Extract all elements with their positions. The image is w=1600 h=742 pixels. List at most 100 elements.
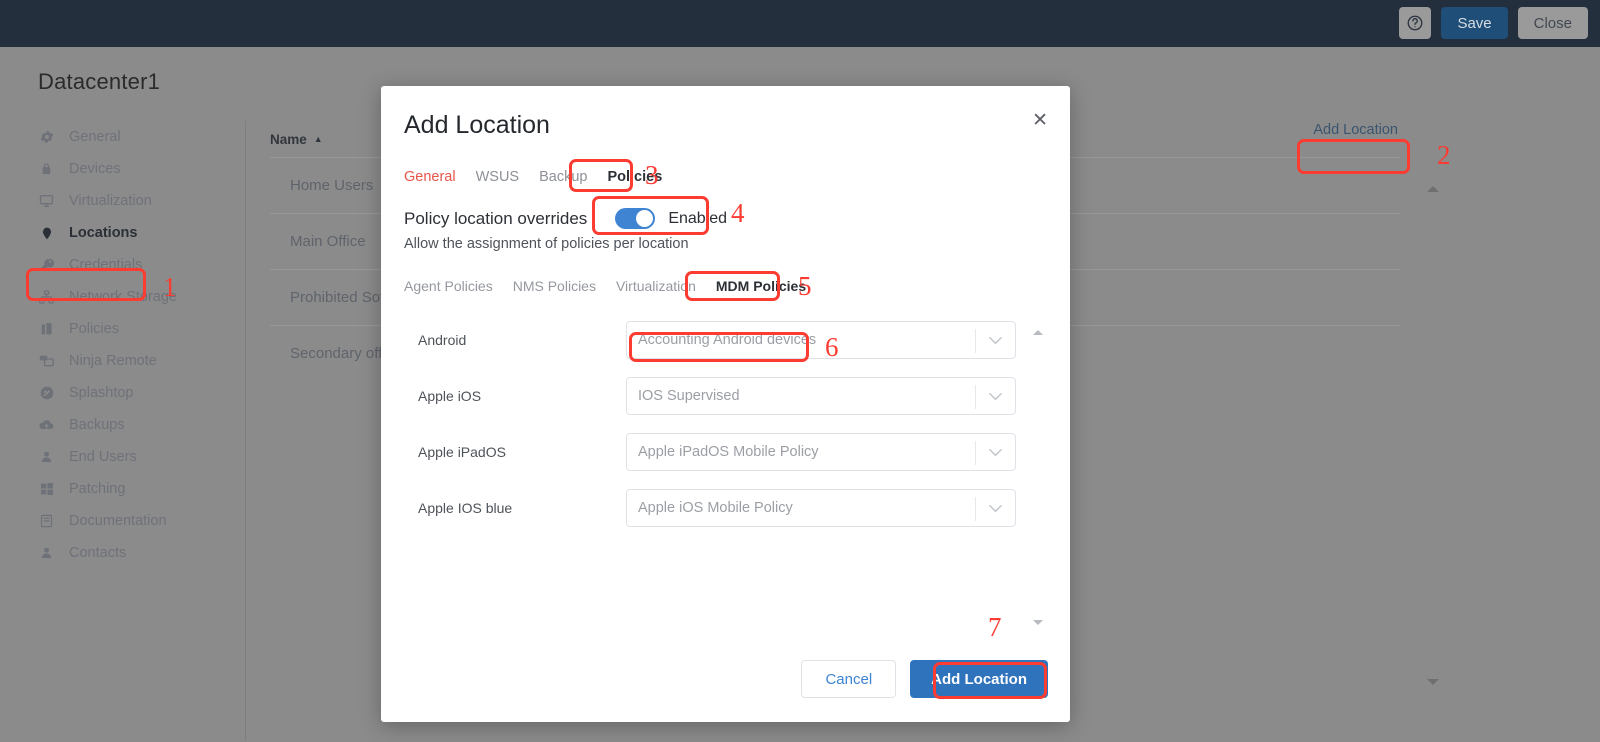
sidebar-item-ninja-remote[interactable]: Ninja Remote xyxy=(0,345,245,377)
modal-add-location-button[interactable]: Add Location xyxy=(910,660,1048,698)
lock-icon xyxy=(38,161,55,178)
dialog-footer: Cancel Add Location xyxy=(801,660,1048,698)
sidebar-item-backups[interactable]: Backups xyxy=(0,409,245,441)
select-divider xyxy=(975,329,976,353)
sidebar-item-general[interactable]: General xyxy=(0,121,245,153)
splashtop-icon xyxy=(38,385,55,402)
sidebar-item-label: Devices xyxy=(69,161,121,177)
sidebar-item-label: General xyxy=(69,129,121,145)
close-button[interactable]: Close xyxy=(1517,7,1588,39)
page-add-location-label: Add Location xyxy=(1313,122,1398,138)
modal-subtab-mdm-policies[interactable]: MDM Policies xyxy=(706,274,816,298)
dialog-scroll-down-icon[interactable] xyxy=(1033,620,1043,625)
apple-ipados-policy-select[interactable]: Apple iPadOS Mobile Policy xyxy=(626,433,1016,471)
cell-name: Home Users xyxy=(290,177,374,194)
modal-tab-general[interactable]: General xyxy=(404,165,466,189)
modal-add-location-label: Add Location xyxy=(931,670,1027,688)
map-pin-icon xyxy=(38,225,55,242)
sidebar-item-network-storage[interactable]: Network Storage xyxy=(0,281,245,313)
modal-tab-wsus[interactable]: WSUS xyxy=(466,165,530,189)
policy-overrides-toggle[interactable]: Enabled xyxy=(605,202,737,235)
sidebar-item-end-users[interactable]: End Users xyxy=(0,441,245,473)
help-circle-icon xyxy=(1406,14,1424,32)
cell-name: Main Office xyxy=(290,233,366,250)
sidebar-item-label: Contacts xyxy=(69,545,127,561)
cancel-button[interactable]: Cancel xyxy=(801,660,897,698)
tab-label: Backup xyxy=(539,169,588,185)
sidebar-item-label: Network Storage xyxy=(69,289,177,305)
windows-icon xyxy=(38,481,55,498)
sidebar-item-virtualization[interactable]: Virtualization xyxy=(0,185,245,217)
user-icon xyxy=(38,545,55,562)
modal-tab-backup[interactable]: Backup xyxy=(529,165,597,189)
column-header-name[interactable]: Name xyxy=(270,132,307,147)
gear-icon xyxy=(38,129,55,146)
apple-ios-blue-policy-select-value: Apple iOS Mobile Policy xyxy=(638,500,793,516)
sidebar-item-splashtop[interactable]: Splashtop xyxy=(0,377,245,409)
sidebar-item-label: Documentation xyxy=(69,513,167,529)
apple-ipados-label: Apple iPadOS xyxy=(418,444,506,460)
close-icon[interactable]: ✕ xyxy=(1032,111,1048,130)
book-icon xyxy=(38,513,55,530)
policy-overrides-description: Allow the assignment of policies per loc… xyxy=(404,236,689,252)
cell-name: Secondary offic xyxy=(290,345,394,362)
sidebar-item-contacts[interactable]: Contacts xyxy=(0,537,245,569)
chevron-down-icon[interactable] xyxy=(976,336,1015,345)
sidebar-item-policies[interactable]: Policies xyxy=(0,313,245,345)
select-divider xyxy=(975,441,976,465)
sidebar-item-label: Locations xyxy=(69,225,138,241)
form-row-apple-ios: Apple iOS IOS Supervised xyxy=(381,368,1070,424)
apple-ios-policy-select[interactable]: IOS Supervised xyxy=(626,377,1016,415)
table-scroll-down-icon[interactable] xyxy=(1427,679,1439,685)
chevron-down-icon[interactable] xyxy=(976,392,1015,401)
modal-tab-policies[interactable]: Policies xyxy=(597,165,672,189)
sidebar-item-label: Credentials xyxy=(69,257,143,273)
dialog-subtabs: Agent Policies NMS Policies Virtualizati… xyxy=(404,274,816,298)
sidebar-item-credentials[interactable]: Credentials xyxy=(0,249,245,281)
apple-ios-blue-policy-select[interactable]: Apple iOS Mobile Policy xyxy=(626,489,1016,527)
briefcase-icon xyxy=(38,321,55,338)
chevron-down-icon[interactable] xyxy=(976,504,1015,513)
sidebar-item-label: Splashtop xyxy=(69,385,134,401)
sidebar-item-patching[interactable]: Patching xyxy=(0,473,245,505)
subtab-label: Agent Policies xyxy=(404,278,493,294)
android-policy-select[interactable]: Accounting Android devices xyxy=(626,321,1016,359)
modal-subtab-agent-policies[interactable]: Agent Policies xyxy=(404,274,503,298)
page-title: Datacenter1 xyxy=(38,69,161,94)
sidebar-item-label: Policies xyxy=(69,321,119,337)
sort-ascending-icon[interactable]: ▲ xyxy=(314,134,323,144)
tab-label: Policies xyxy=(607,169,663,185)
toggle-switch[interactable] xyxy=(615,208,656,229)
cell-name: Prohibited Soft xyxy=(290,289,389,306)
tab-label: WSUS xyxy=(475,169,520,185)
chevron-down-icon[interactable] xyxy=(976,448,1015,457)
form-row-apple-ipados: Apple iPadOS Apple iPadOS Mobile Policy xyxy=(381,424,1070,480)
sidebar-item-documentation[interactable]: Documentation xyxy=(0,505,245,537)
user-icon xyxy=(38,449,55,466)
sidebar-item-locations[interactable]: Locations xyxy=(0,217,245,249)
dialog-scroll-up-icon[interactable] xyxy=(1033,330,1043,335)
form-row-apple-ios-blue: Apple IOS blue Apple iOS Mobile Policy xyxy=(381,480,1070,536)
top-toolbar-actions: Save Close xyxy=(1399,7,1588,39)
policy-overrides-label: Policy location overrides xyxy=(404,208,588,228)
subtab-label: NMS Policies xyxy=(512,278,596,294)
dialog-title: Add Location xyxy=(404,111,550,139)
modal-subtab-nms-policies[interactable]: NMS Policies xyxy=(503,274,606,298)
dialog-tabs: General WSUS Backup Policies xyxy=(404,165,672,189)
monitor-icon xyxy=(38,193,55,210)
add-location-dialog: Add Location ✕ General WSUS Backup Polic… xyxy=(381,86,1070,722)
sidebar-divider xyxy=(245,121,246,741)
save-button[interactable]: Save xyxy=(1441,7,1508,39)
sidebar-item-label: Ninja Remote xyxy=(69,353,157,369)
key-icon xyxy=(38,257,55,274)
sidebar-item-label: End Users xyxy=(69,449,137,465)
mdm-policies-form: Android Accounting Android devices Apple… xyxy=(381,312,1070,536)
sidebar-item-label: Patching xyxy=(69,481,126,497)
network-icon xyxy=(38,289,55,306)
page-add-location-button[interactable]: Add Location xyxy=(1301,115,1410,145)
table-scroll-up-icon[interactable] xyxy=(1427,186,1439,192)
sidebar-item-devices[interactable]: Devices xyxy=(0,153,245,185)
select-divider xyxy=(975,497,976,521)
modal-subtab-virtualization[interactable]: Virtualization xyxy=(606,274,706,298)
help-button[interactable] xyxy=(1399,7,1432,39)
